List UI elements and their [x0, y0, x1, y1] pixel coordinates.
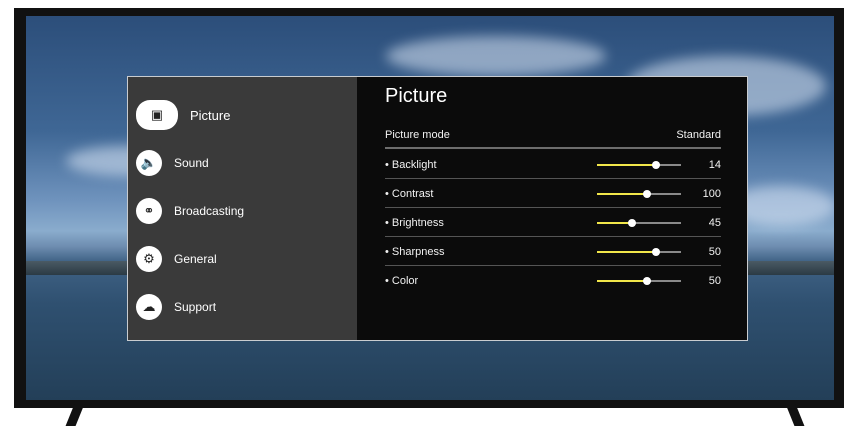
divider — [385, 147, 721, 149]
setting-label: • Color — [385, 275, 419, 287]
setting-row-contrast[interactable]: • Contrast 100 — [385, 180, 721, 208]
setting-label: • Contrast — [385, 188, 434, 200]
setting-value: 14 — [708, 159, 721, 171]
setting-row-brightness[interactable]: • Brightness 45 — [385, 209, 721, 237]
category-label: Sound — [174, 156, 209, 170]
picture-mode-row[interactable]: Picture mode Standard — [385, 129, 721, 141]
speaker-icon: 🔈 — [136, 150, 162, 176]
category-label: Support — [174, 300, 217, 314]
category-label: Picture — [190, 107, 231, 123]
slider-track[interactable] — [597, 219, 681, 227]
category-label: General — [174, 252, 217, 266]
setting-value: 50 — [708, 275, 721, 287]
category-picture[interactable]: ▣ Picture — [136, 95, 230, 135]
slider-track[interactable] — [597, 190, 681, 198]
setting-label: • Brightness — [385, 217, 444, 229]
setting-value: 100 — [702, 188, 721, 200]
picture-mode-value: Standard — [676, 129, 721, 141]
category-sound[interactable]: 🔈 Sound — [136, 143, 209, 183]
row-separator — [385, 265, 721, 266]
picture-mode-label: Picture mode — [385, 129, 450, 141]
setting-value: 50 — [708, 246, 721, 258]
category-list: ▣ Picture 🔈 Sound ⚭ Broadcasting ⚙ Gener… — [128, 77, 357, 340]
setting-label: • Sharpness — [385, 246, 445, 258]
satellite-icon: ⚭ — [136, 198, 162, 224]
slider-track[interactable] — [597, 161, 681, 169]
support-icon: ☁ — [136, 294, 162, 320]
picture-settings-panel: Picture Picture mode Standard • Backligh… — [357, 77, 747, 340]
setting-row-sharpness[interactable]: • Sharpness 50 — [385, 238, 721, 266]
category-broadcasting[interactable]: ⚭ Broadcasting — [136, 191, 244, 231]
category-support[interactable]: ☁ Support — [136, 287, 216, 327]
settings-menu: ▣ Picture 🔈 Sound ⚭ Broadcasting ⚙ Gener… — [127, 76, 748, 341]
row-separator — [385, 207, 721, 208]
setting-label: • Backlight — [385, 159, 437, 171]
slider-track[interactable] — [597, 277, 681, 285]
category-general[interactable]: ⚙ General — [136, 239, 217, 279]
row-separator — [385, 236, 721, 237]
setting-row-color[interactable]: • Color 50 — [385, 267, 721, 295]
cloud — [386, 36, 606, 76]
row-separator — [385, 178, 721, 179]
setting-value: 45 — [708, 217, 721, 229]
picture-icon: ▣ — [136, 100, 178, 130]
setting-row-backlight[interactable]: • Backlight 14 — [385, 151, 721, 179]
slider-track[interactable] — [597, 248, 681, 256]
wrench-icon: ⚙ — [136, 246, 162, 272]
category-label: Broadcasting — [174, 204, 245, 218]
panel-title: Picture — [385, 85, 448, 107]
